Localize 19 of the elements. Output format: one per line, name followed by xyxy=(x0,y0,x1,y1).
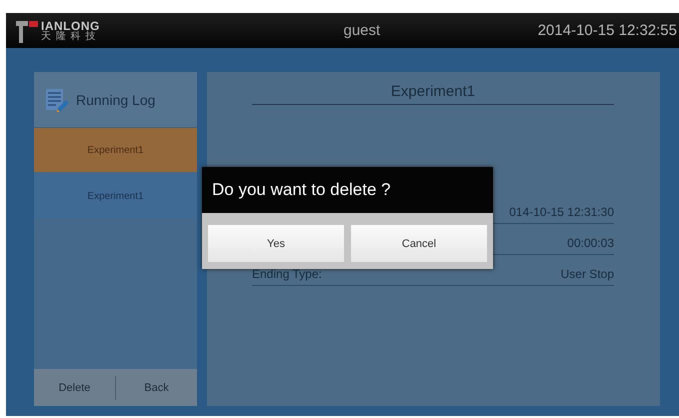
yes-button[interactable]: Yes xyxy=(208,225,344,262)
logo-icon xyxy=(16,18,38,42)
field-value: 014-10-15 12:31:30 xyxy=(509,205,614,219)
cancel-button[interactable]: Cancel xyxy=(351,225,487,262)
user-name: guest xyxy=(342,22,382,39)
notepad-pencil-icon xyxy=(44,86,70,112)
field-value: 00:00:03 xyxy=(567,236,614,250)
sidebar-title: Running Log xyxy=(76,92,156,108)
field-value: User Stop xyxy=(560,267,614,281)
dialog-message: Do you want to delete ? xyxy=(202,167,493,213)
logo-subtitle: 天 隆 科 技 xyxy=(41,32,98,42)
detail-title: Experiment1 xyxy=(252,80,614,105)
logo-text: IANLONG xyxy=(41,20,100,32)
date-time: 2014-10-15 12:32:55 xyxy=(538,22,678,39)
delete-button[interactable]: Delete xyxy=(34,369,115,406)
log-list-item[interactable]: Experiment1 xyxy=(34,128,197,172)
field-label: Ending Type: xyxy=(252,267,322,281)
back-button[interactable]: Back xyxy=(116,369,197,406)
log-list-item[interactable]: Experiment1 xyxy=(34,174,197,218)
